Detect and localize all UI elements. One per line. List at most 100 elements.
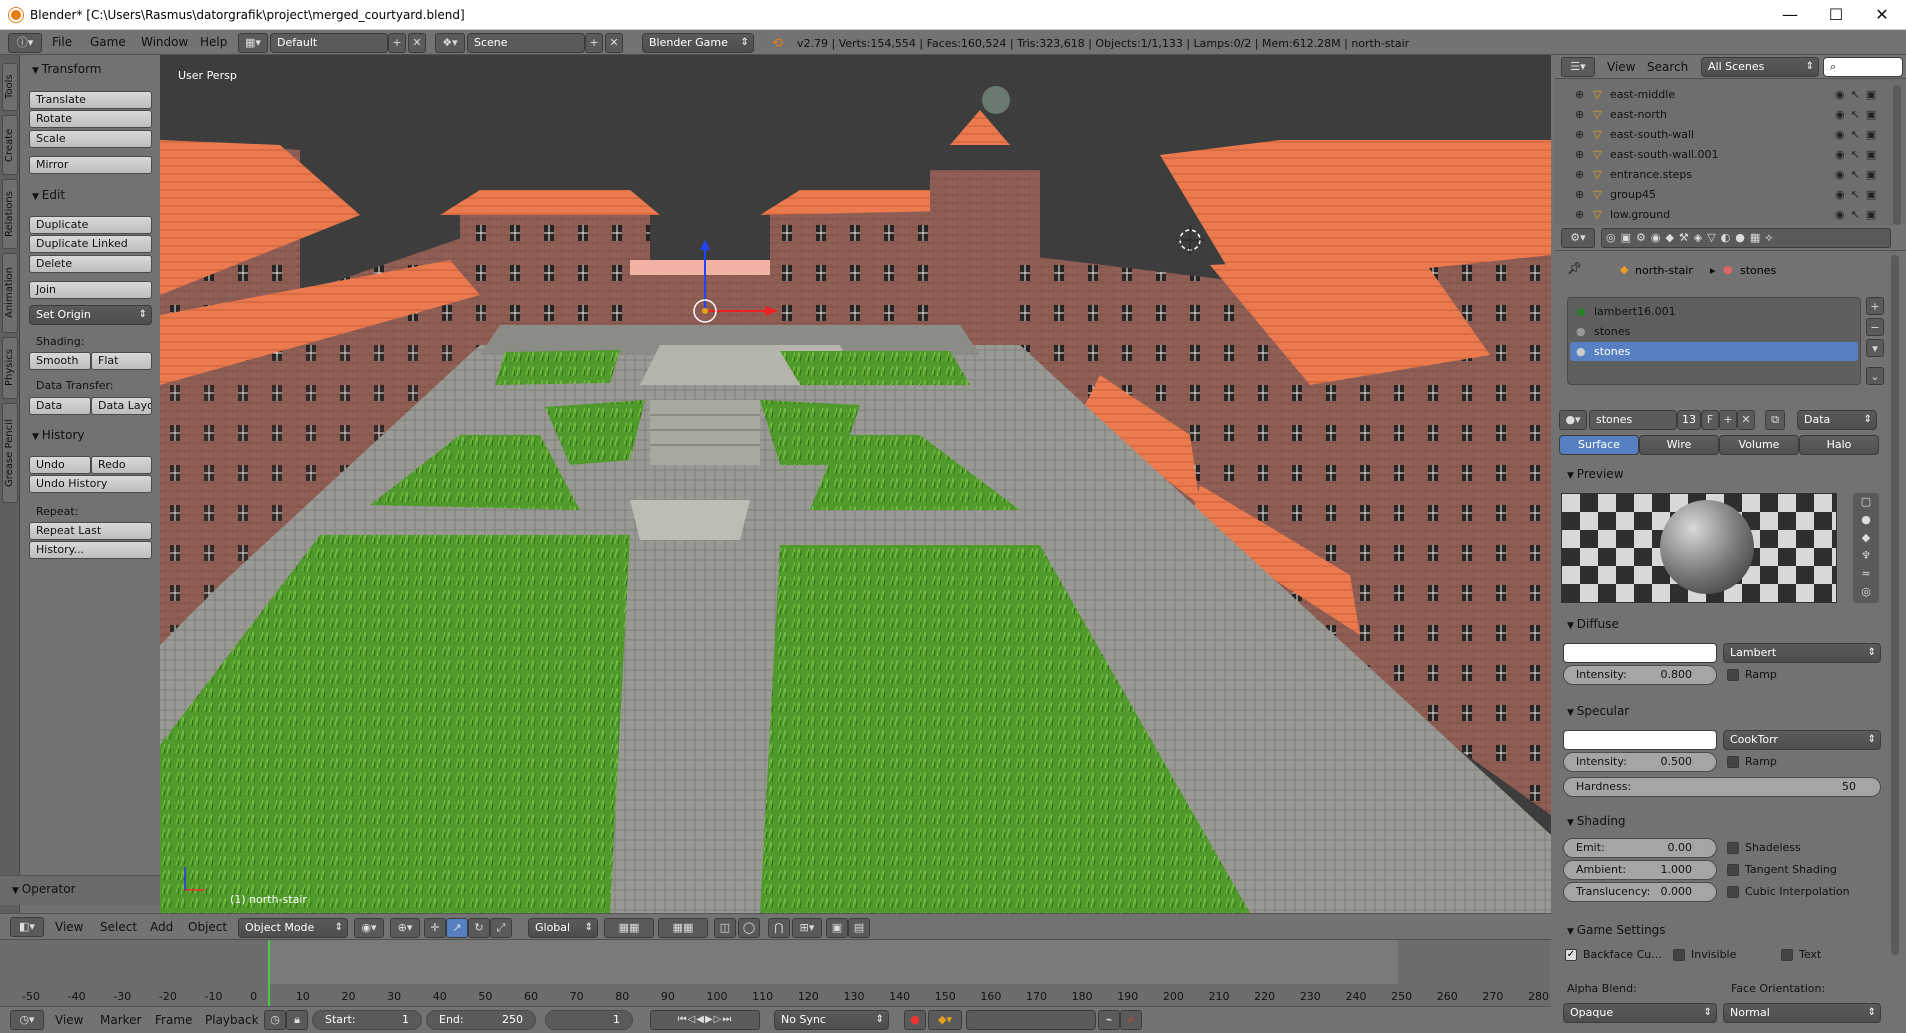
diffuse-color-swatch[interactable] (1563, 643, 1717, 663)
redo-button[interactable]: Redo (91, 456, 152, 474)
outliner-row[interactable]: ⊕ ▽ east-south-wall.001 ◉↖▣ (1555, 145, 1890, 165)
menu-file[interactable]: File (52, 28, 72, 56)
tab-physics[interactable]: Physics (2, 337, 18, 399)
3d-viewport[interactable]: User Persp (1) north-stair (160, 55, 1551, 913)
snap-element-icon[interactable]: ⊞▾ (792, 918, 822, 938)
fake-user-toggle[interactable]: F (1701, 410, 1719, 430)
menu-object[interactable]: Object (188, 913, 227, 941)
specular-color-swatch[interactable] (1563, 730, 1717, 750)
tab-create[interactable]: Create (2, 115, 18, 175)
cubic-interpolation-checkbox[interactable] (1727, 886, 1739, 898)
undo-history-button[interactable]: Undo History (29, 475, 152, 493)
breadcrumb-object[interactable]: north-stair (1635, 264, 1693, 277)
translucency-field[interactable]: Translucency: 0.000 (1563, 882, 1717, 902)
menu-add[interactable]: Add (150, 913, 173, 941)
specular-shader-dropdown[interactable]: CookTorr (1723, 730, 1881, 750)
expand-icon[interactable]: ⊕ (1575, 105, 1584, 125)
menu-game[interactable]: Game (90, 28, 126, 56)
outliner-row[interactable]: ⊕ ▽ group45 ◉↖▣ (1555, 185, 1890, 205)
expand-icon[interactable]: ⊕ (1575, 205, 1584, 225)
join-button[interactable]: Join (29, 281, 152, 299)
screen-layout-icon[interactable]: ▦▾ (238, 33, 268, 53)
text-checkbox[interactable] (1781, 949, 1793, 961)
layers-grid-icon[interactable]: ▦▦ (604, 918, 654, 938)
ambient-field[interactable]: Ambient: 1.000 (1563, 860, 1717, 880)
preview-range-icon[interactable]: ◷ (264, 1010, 286, 1030)
render-animation-icon[interactable]: ▤ (848, 918, 870, 938)
properties-context-tabs[interactable]: ◎▣⚙◉◆⚒◈▽◐●▦⟡ (1601, 228, 1891, 248)
visibility-icons[interactable]: ◉↖▣ (1835, 165, 1882, 185)
visibility-icons[interactable]: ◉↖▣ (1835, 105, 1882, 125)
expand-icon[interactable]: ⊕ (1575, 125, 1584, 145)
material-slot[interactable]: ● lambert16.001 (1570, 302, 1858, 321)
history-panel-header[interactable]: History (32, 428, 85, 442)
expand-icon[interactable]: ⊕ (1575, 85, 1584, 105)
remove-slot-icon[interactable]: − (1866, 318, 1884, 336)
translate-manipulator-icon[interactable]: ↗ (446, 918, 468, 938)
editor-type-timeline-icon[interactable]: ◷▾ (10, 1010, 44, 1030)
tab-surface[interactable]: Surface (1559, 435, 1639, 455)
unlink-material-icon[interactable]: ✕ (1737, 410, 1755, 430)
viewport-shading-icon[interactable]: ◉▾ (354, 918, 384, 938)
insert-keyframe-icon[interactable]: ⌁ (1098, 1010, 1120, 1030)
face-orientation-dropdown[interactable]: Normal (1723, 1003, 1881, 1023)
editor-type-outliner-icon[interactable]: ☰▾ (1561, 57, 1595, 77)
visibility-icons[interactable]: ◉↖▣ (1835, 205, 1882, 225)
material-users-count[interactable]: 13 (1677, 410, 1701, 430)
diffuse-shader-dropdown[interactable]: Lambert (1723, 643, 1881, 663)
visibility-icons[interactable]: ◉↖▣ (1835, 145, 1882, 165)
repeat-last-button[interactable]: Repeat Last (29, 522, 152, 540)
menu-outliner-search[interactable]: Search (1647, 53, 1688, 81)
add-scene-icon[interactable]: + (585, 33, 603, 53)
diffuse-ramp-checkbox[interactable] (1727, 669, 1739, 681)
shading-panel-header[interactable]: Shading (1567, 814, 1626, 828)
new-material-icon[interactable]: + (1719, 410, 1737, 430)
diffuse-panel-header[interactable]: Diffuse (1567, 617, 1619, 631)
render-engine-dropdown[interactable]: Blender Game (642, 33, 754, 53)
minimize-button[interactable]: — (1770, 4, 1810, 26)
menu-outliner-view[interactable]: View (1607, 53, 1635, 81)
keying-set-field[interactable] (966, 1010, 1096, 1030)
hardness-slider[interactable]: Hardness: 50 (1563, 777, 1881, 797)
specular-ramp-checkbox[interactable] (1727, 756, 1739, 768)
editor-type-info-icon[interactable]: ⓘ▾ (8, 33, 42, 53)
slot-specials-icon[interactable]: ▾ (1866, 339, 1884, 357)
sync-mode-dropdown[interactable]: No Sync (774, 1010, 889, 1030)
set-origin-dropdown[interactable]: Set Origin (29, 305, 152, 325)
outliner-row[interactable]: ⊕ ▽ east-north ◉↖▣ (1555, 105, 1890, 125)
layers-grid-2-icon[interactable]: ▦▦ (658, 918, 708, 938)
scene-field[interactable]: Scene (467, 33, 585, 53)
delete-button[interactable]: Delete (29, 255, 152, 273)
remove-scene-icon[interactable]: ✕ (605, 33, 623, 53)
undo-button[interactable]: Undo (29, 456, 91, 474)
remove-layout-icon[interactable]: ✕ (408, 33, 426, 53)
visibility-icons[interactable]: ◉↖▣ (1835, 125, 1882, 145)
breadcrumb-material[interactable]: stones (1740, 264, 1776, 277)
expand-icon[interactable]: ⊕ (1575, 165, 1584, 185)
outliner-scrollbar[interactable] (1893, 85, 1901, 225)
menu-timeline-view[interactable]: View (55, 1006, 83, 1033)
tab-relations[interactable]: Relations (2, 179, 18, 249)
properties-scrollbar[interactable] (1891, 255, 1899, 955)
outliner-display-dropdown[interactable]: All Scenes (1701, 57, 1819, 77)
snap-icon[interactable]: ⋂ (768, 918, 790, 938)
transform-orientation-dropdown[interactable]: Global (528, 918, 598, 938)
move-slot-icon[interactable]: ⌄ (1866, 367, 1884, 385)
emit-field[interactable]: Emit: 0.00 (1563, 838, 1717, 858)
alpha-blend-dropdown[interactable]: Opaque (1563, 1003, 1717, 1023)
start-frame-field[interactable]: Start: 1 (312, 1010, 422, 1030)
render-preview-icon[interactable]: ▣ (826, 918, 848, 938)
maximize-button[interactable]: ☐ (1816, 4, 1856, 26)
playback-controls-icon[interactable]: ⏮◁◀▶▷⏭ (650, 1010, 760, 1030)
history-button[interactable]: History... (29, 541, 152, 559)
object-mode-dropdown[interactable]: Object Mode (238, 918, 348, 938)
add-layout-icon[interactable]: + (388, 33, 406, 53)
expand-icon[interactable]: ⊕ (1575, 185, 1584, 205)
scale-button[interactable]: Scale (29, 130, 152, 148)
backface-culling-checkbox[interactable]: ✓ (1565, 949, 1577, 961)
specular-panel-header[interactable]: Specular (1567, 704, 1629, 718)
editor-type-properties-icon[interactable]: ⚙▾ (1561, 228, 1595, 248)
end-frame-field[interactable]: End: 250 (426, 1010, 536, 1030)
mirror-button[interactable]: Mirror (29, 156, 152, 174)
pivot-point-icon[interactable]: ⊕▾ (390, 918, 420, 938)
